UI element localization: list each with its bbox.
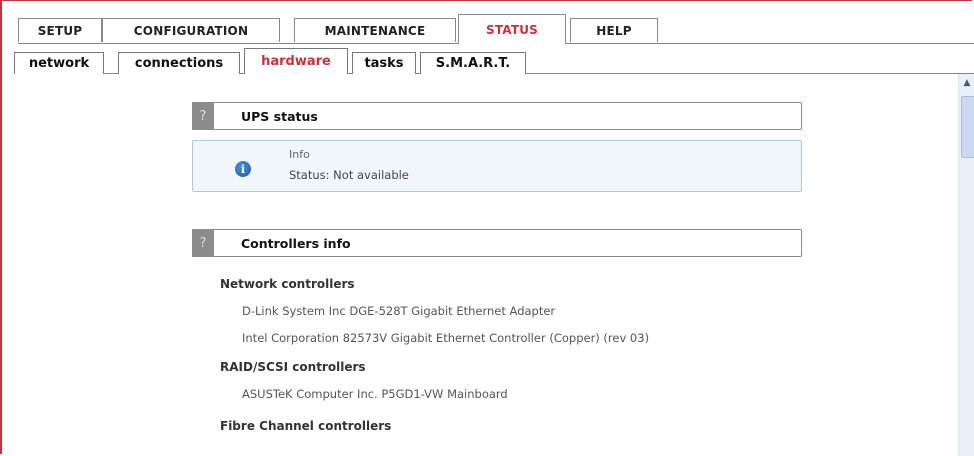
vertical-scrollbar[interactable]: ▲ bbox=[958, 74, 974, 456]
controllers-info-header: ? Controllers info bbox=[192, 229, 802, 257]
ups-help-button[interactable]: ? bbox=[192, 102, 214, 130]
ups-status-title: UPS status bbox=[241, 109, 318, 124]
subtab-tasks[interactable]: tasks bbox=[352, 52, 416, 74]
tab-help[interactable]: HELP bbox=[570, 18, 658, 42]
info-icon: i bbox=[235, 161, 251, 177]
sub-tab-bar: network connections hardware tasks S.M.A… bbox=[14, 48, 974, 74]
scroll-up-arrow-icon[interactable]: ▲ bbox=[959, 74, 974, 92]
tab-status[interactable]: STATUS bbox=[458, 14, 566, 44]
tab-configuration[interactable]: CONFIGURATION bbox=[102, 18, 280, 42]
controller-item: ASUSTeK Computer Inc. P5GD1-VW Mainboard bbox=[242, 387, 508, 401]
main-tab-bar: SETUP CONFIGURATION MAINTENANCE STATUS H… bbox=[18, 14, 974, 44]
controllers-help-button[interactable]: ? bbox=[192, 229, 214, 257]
tab-maintenance[interactable]: MAINTENANCE bbox=[294, 18, 456, 42]
ups-status-header: ? UPS status bbox=[192, 102, 802, 130]
ups-info-box: i Info Status: Not available bbox=[192, 140, 802, 192]
subtab-smart[interactable]: S.M.A.R.T. bbox=[420, 52, 526, 74]
controllers-info-title: Controllers info bbox=[241, 236, 351, 251]
fibre-channel-controllers-heading: Fibre Channel controllers bbox=[220, 419, 392, 433]
controller-item: Intel Corporation 82573V Gigabit Etherne… bbox=[242, 331, 650, 345]
subtab-hardware[interactable]: hardware bbox=[244, 48, 348, 74]
scrollbar-thumb[interactable] bbox=[961, 96, 974, 158]
raid-scsi-controllers-heading: RAID/SCSI controllers bbox=[220, 360, 366, 374]
subtab-connections[interactable]: connections bbox=[118, 52, 240, 74]
ups-status-text: Status: Not available bbox=[289, 168, 409, 182]
network-controllers-heading: Network controllers bbox=[220, 277, 355, 291]
controller-item: D-Link System Inc DGE-528T Gigabit Ether… bbox=[242, 304, 556, 318]
subtab-network[interactable]: network bbox=[14, 52, 104, 74]
tab-setup[interactable]: SETUP bbox=[18, 18, 102, 42]
info-title: Info bbox=[289, 148, 310, 161]
